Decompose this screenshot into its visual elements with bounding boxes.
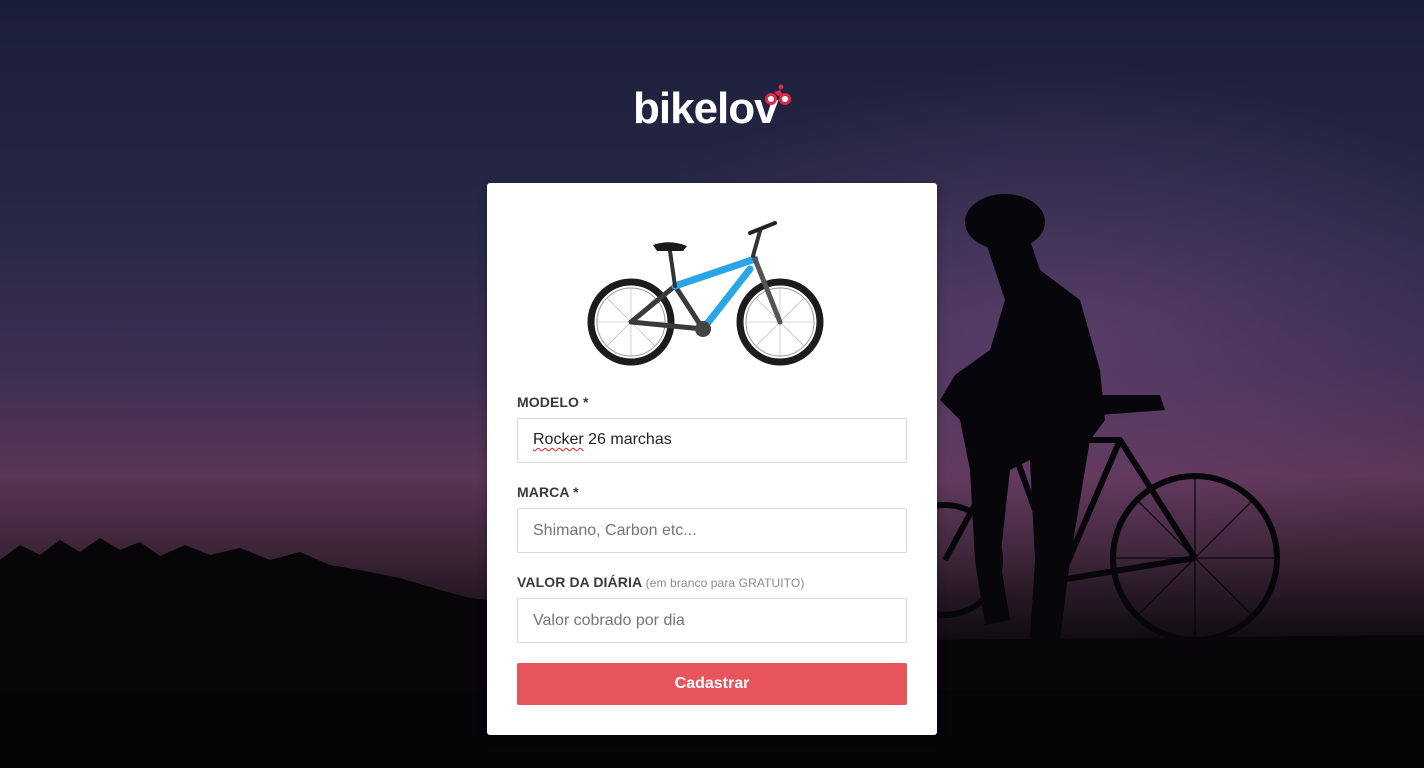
modelo-value-rest: 26 marchas: [583, 431, 672, 448]
modelo-label: MODELO *: [517, 394, 589, 410]
mountain-bike-image: [587, 221, 824, 366]
modelo-value-first-word: Rocker: [533, 431, 584, 448]
valor-input[interactable]: [517, 598, 907, 643]
modelo-input[interactable]: Rocker 26 marchas: [517, 418, 907, 463]
valor-hint: (em branco para GRATUITO): [645, 576, 805, 590]
logo-wordmark: bikelov: [633, 84, 779, 133]
marca-label: MARCA *: [517, 484, 579, 500]
cadastrar-button[interactable]: Cadastrar: [517, 663, 907, 705]
valor-label: VALOR DA DIÁRIA (em branco para GRATUITO…: [517, 574, 804, 590]
bike-register-card: MODELO * Rocker 26 marchas MARCA * VALOR…: [487, 183, 937, 735]
cyclist-icon: [765, 84, 791, 105]
modelo-value: Rocker 26 marchas: [533, 431, 672, 449]
marca-input[interactable]: [517, 508, 907, 553]
bikelov-logo[interactable]: bikelov: [633, 84, 803, 134]
valor-label-text: VALOR DA DIÁRIA: [517, 574, 642, 590]
